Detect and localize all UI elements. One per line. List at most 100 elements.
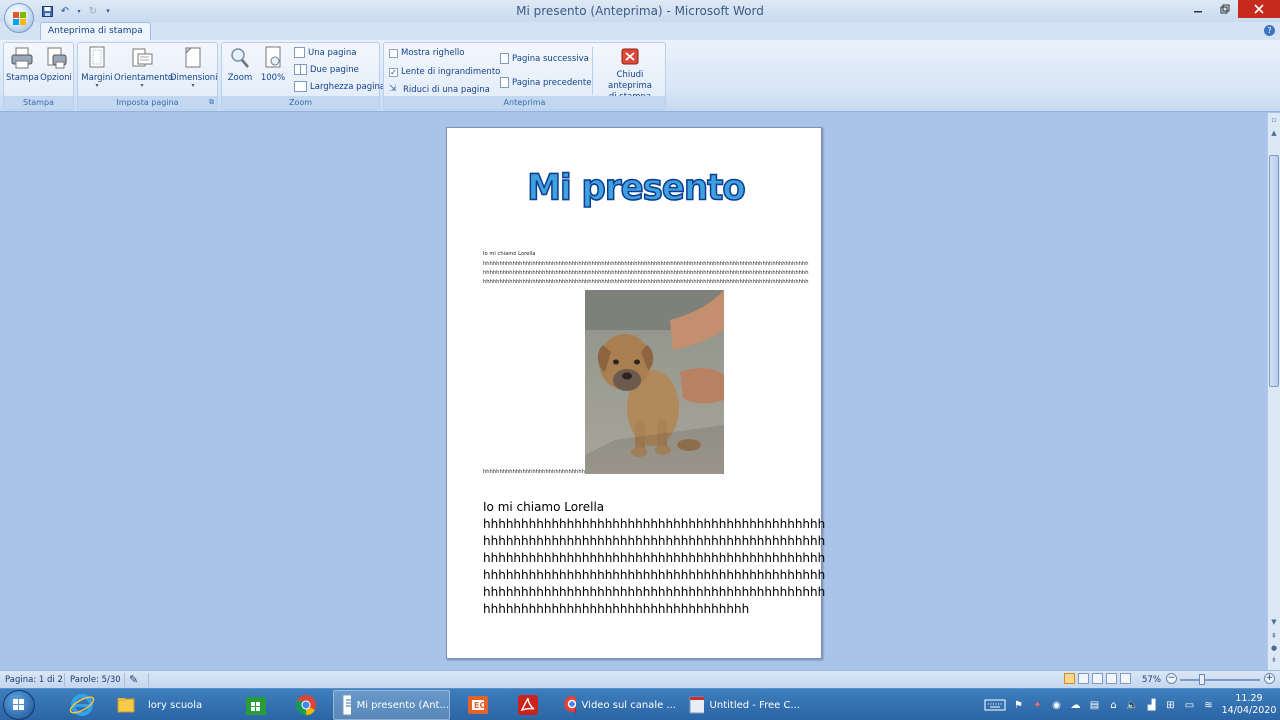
browse-object-icon[interactable]: ● — [1269, 643, 1279, 654]
margini-button[interactable]: Margini ▾ — [80, 46, 114, 89]
web-layout-view-icon[interactable] — [1092, 673, 1103, 684]
print-layout-view-icon[interactable] — [1064, 673, 1075, 684]
outline-view-icon[interactable] — [1106, 673, 1117, 684]
group-imposta-pagina: Margini ▾ Orientamento ▾ Dimensioni ▾ Im… — [77, 42, 218, 110]
pagina-precedente-button[interactable]: Pagina precedente — [500, 77, 591, 88]
restore-icon — [1220, 4, 1229, 14]
powerpoint-icon[interactable]: EC — [456, 691, 500, 719]
dialog-launcher-icon[interactable]: ⧉ — [209, 96, 214, 109]
group-label-zoom: Zoom — [222, 96, 379, 109]
two-pages-icon — [294, 64, 307, 75]
taskbar-app-untitled[interactable]: Untitled - Free C... — [682, 690, 800, 720]
small-text-line: hhhhhhhhhhhhhhhhhhhhhhhhhhhhhhhhhhhhhhhh… — [483, 261, 809, 267]
proofing-icon[interactable]: ✎ — [129, 673, 138, 686]
riduci-button[interactable]: ⇲ Riduci di una pagina — [389, 84, 490, 95]
pdf-tray-icon[interactable]: ✦ — [1028, 697, 1047, 713]
chrome-icon[interactable] — [284, 691, 328, 719]
due-pagine-button[interactable]: Due pagine — [294, 64, 359, 75]
cloud-tray-icon[interactable]: ☁ — [1066, 697, 1085, 713]
previous-page-icon — [500, 77, 509, 88]
acrobat-icon[interactable] — [506, 691, 550, 719]
larghezza-pagina-button[interactable]: Larghezza pagina — [294, 81, 385, 92]
taskbar-label: Mi presento (Ant... — [356, 699, 449, 711]
big-text-line: hhhhhhhhhhhhhhhhhhhhhhhhhhhhhhhhhhhhhhhh… — [483, 585, 826, 599]
opzioni-button[interactable]: Opzioni — [39, 46, 73, 83]
mostra-righello-checkbox[interactable]: Mostra righello — [389, 48, 465, 58]
vertical-scrollbar[interactable]: ▫ ▲ ▼ ⇞ ● ⇟ — [1267, 113, 1280, 670]
signal-icon[interactable]: ▟ — [1142, 697, 1161, 713]
zoom-in-icon[interactable]: + — [1264, 673, 1275, 684]
draft-view-icon[interactable] — [1120, 673, 1131, 684]
tab-anteprima-di-stampa[interactable]: Anteprima di stampa — [40, 22, 151, 40]
group-label-stampa: Stampa — [4, 96, 73, 109]
chrome-tray-icon[interactable]: ◉ — [1047, 697, 1066, 713]
small-text-line: hhhhhhhhhhhhhhhhhhhhhhhhhhhhhhhhhhhhhhhh… — [483, 279, 809, 285]
chiudi-anteprima-button[interactable]: Chiudi anteprima di stampa — [594, 48, 666, 103]
scroll-down-icon[interactable]: ▼ — [1269, 617, 1279, 628]
small-name-line: Io mi chiamo Lorella — [483, 251, 536, 257]
document-page[interactable]: Mi presento Io mi chiamo Lorella hhhhhhh… — [446, 127, 826, 659]
close-button[interactable] — [1238, 0, 1280, 18]
dimensioni-button[interactable]: Dimensioni ▾ — [170, 46, 218, 89]
internet-explorer-icon[interactable] — [60, 691, 104, 719]
group-divider — [592, 47, 593, 95]
wifi-icon[interactable]: ≋ — [1199, 697, 1218, 713]
restore-button[interactable] — [1211, 0, 1238, 18]
ruler-toggle-icon[interactable]: ▫ — [1269, 115, 1279, 126]
office-logo-icon — [13, 12, 26, 25]
window-title: Mi presento (Anteprima) - Microsoft Word — [516, 4, 764, 18]
next-page-scroll-icon[interactable]: ⇟ — [1269, 655, 1279, 666]
keyboard-icon[interactable] — [981, 697, 1009, 713]
word-document-icon — [342, 694, 351, 716]
group-stampa: Stampa Opzioni Stampa — [3, 42, 74, 110]
clock[interactable]: 11.29 14/04/2020 — [1218, 693, 1280, 717]
network-tray-icon[interactable]: ▤ — [1085, 697, 1104, 713]
ribbon-tab-row: Anteprima di stampa ? — [0, 22, 1280, 40]
small-text-line: hhhhhhhhhhhhhhhhhhhhhhhhhhhhhhhhhhhhhhhh… — [483, 270, 809, 276]
zoom-level[interactable]: 57% — [1142, 675, 1161, 685]
zoom-slider-thumb[interactable] — [1199, 674, 1205, 685]
printer-icon — [10, 46, 34, 70]
zoom-button[interactable]: Zoom — [224, 46, 256, 83]
big-name-line: Io mi chiamo Lorella — [483, 500, 605, 514]
windows-logo-icon — [13, 699, 24, 710]
volume-icon[interactable]: 🔈 — [1123, 697, 1142, 713]
orientamento-button[interactable]: Orientamento ▾ — [114, 46, 174, 89]
usb-tray-icon[interactable]: ⌂ — [1104, 697, 1123, 713]
document-area: Mi presento Io mi chiamo Lorella hhhhhhh… — [0, 113, 1267, 670]
clock-date: 14/04/2020 — [1221, 705, 1277, 716]
start-button[interactable] — [3, 690, 35, 720]
flag-icon[interactable]: ⚑ — [1009, 697, 1028, 713]
page-size-icon — [181, 46, 205, 70]
page-count[interactable]: Pagina: 1 di 2 — [5, 675, 63, 685]
zoom-100-label: 100% — [260, 73, 286, 83]
word-count[interactable]: Parole: 5/30 — [70, 675, 121, 685]
stampa-button[interactable]: Stampa — [6, 46, 39, 83]
margins-icon — [85, 46, 109, 70]
previous-page-scroll-icon[interactable]: ⇞ — [1269, 631, 1279, 642]
lente-checkbox[interactable]: ✓ Lente di ingrandimento — [389, 67, 500, 77]
help-icon[interactable]: ? — [1264, 25, 1275, 36]
dimensioni-dropdown-icon: ▾ — [191, 82, 195, 89]
lente-label: Lente di ingrandimento — [401, 67, 501, 77]
battery-icon[interactable]: ▭ — [1180, 697, 1199, 713]
pagina-successiva-button[interactable]: Pagina successiva — [500, 53, 589, 64]
big-text-line: hhhhhhhhhhhhhhhhhhhhhhhhhhhhhhhhhhhhhhhh… — [483, 568, 826, 582]
orientamento-label: Orientamento — [114, 73, 174, 83]
action-center-icon[interactable]: ⊞ — [1161, 697, 1180, 713]
zoom-slider[interactable] — [1180, 679, 1260, 681]
zoom-100-button[interactable]: 100% — [258, 46, 288, 83]
taskbar-app-word[interactable]: Mi presento (Ant... — [333, 690, 450, 720]
office-button[interactable] — [4, 3, 34, 33]
full-screen-view-icon[interactable] — [1078, 673, 1089, 684]
scroll-up-icon[interactable]: ▲ — [1269, 128, 1279, 139]
taskbar-app-lory-scuola[interactable]: lory scuola — [110, 690, 228, 720]
riduci-label: Riduci di una pagina — [403, 84, 490, 95]
store-icon[interactable] — [234, 691, 278, 719]
zoom-out-icon[interactable]: − — [1166, 673, 1177, 684]
una-pagina-button[interactable]: Una pagina — [294, 47, 356, 58]
minimize-button[interactable] — [1184, 0, 1211, 18]
taskbar-app-chrome-video[interactable]: Video sul canale ... — [556, 690, 676, 720]
lente-check-icon: ✓ — [389, 67, 398, 77]
scroll-thumb[interactable] — [1269, 155, 1279, 387]
